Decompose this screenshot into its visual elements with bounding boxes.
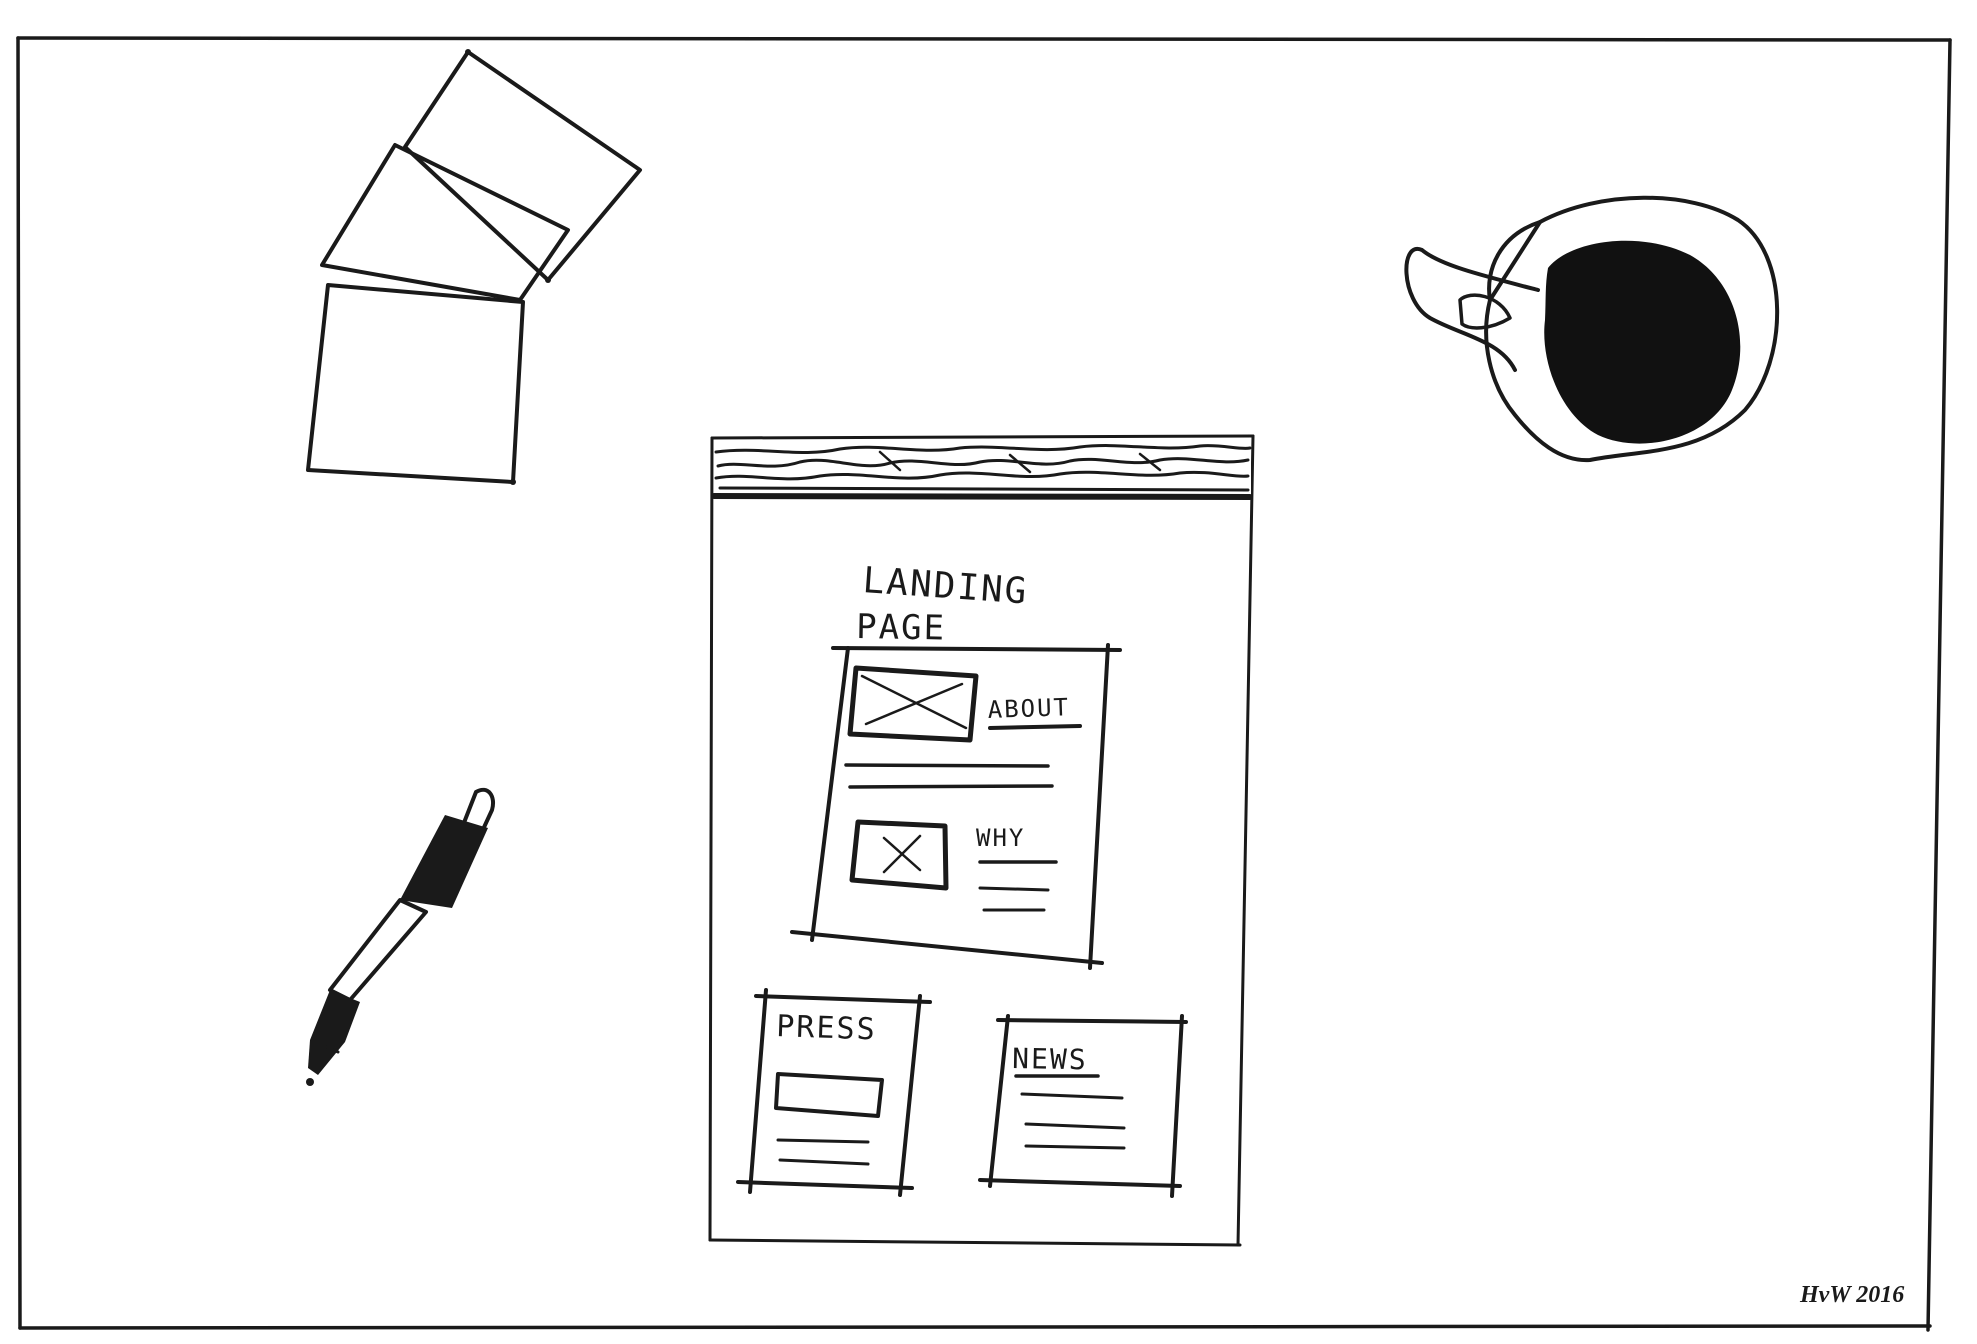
sketch-canvas: LANDING PAGE ABOUT WHY PRESS NEWS HvW 20… bbox=[16, 36, 1952, 1332]
about-heading: ABOUT bbox=[987, 693, 1070, 724]
why-image-placeholder bbox=[849, 819, 949, 891]
wireframe-header-bar bbox=[711, 440, 1253, 500]
coffee-cup-icon bbox=[1404, 195, 1780, 463]
news-card: NEWS bbox=[978, 1014, 1188, 1198]
page-title-line-1: LANDING bbox=[861, 560, 1029, 612]
page-title-line-2: PAGE bbox=[856, 607, 947, 649]
press-card: PRESS bbox=[736, 988, 932, 1197]
stacked-cards-icon bbox=[306, 49, 642, 485]
news-heading: NEWS bbox=[1012, 1042, 1088, 1076]
why-heading: WHY bbox=[976, 824, 1025, 852]
wireframe-sheet: LANDING PAGE ABOUT WHY PRESS NEWS bbox=[708, 434, 1255, 1247]
signature: HvW 2016 bbox=[1799, 1282, 1904, 1308]
main-content-box: ABOUT WHY bbox=[790, 643, 1122, 970]
press-heading: PRESS bbox=[776, 1009, 877, 1047]
pen-icon bbox=[306, 787, 495, 1086]
about-image-placeholder bbox=[847, 665, 979, 743]
outer-frame bbox=[16, 36, 1952, 1332]
